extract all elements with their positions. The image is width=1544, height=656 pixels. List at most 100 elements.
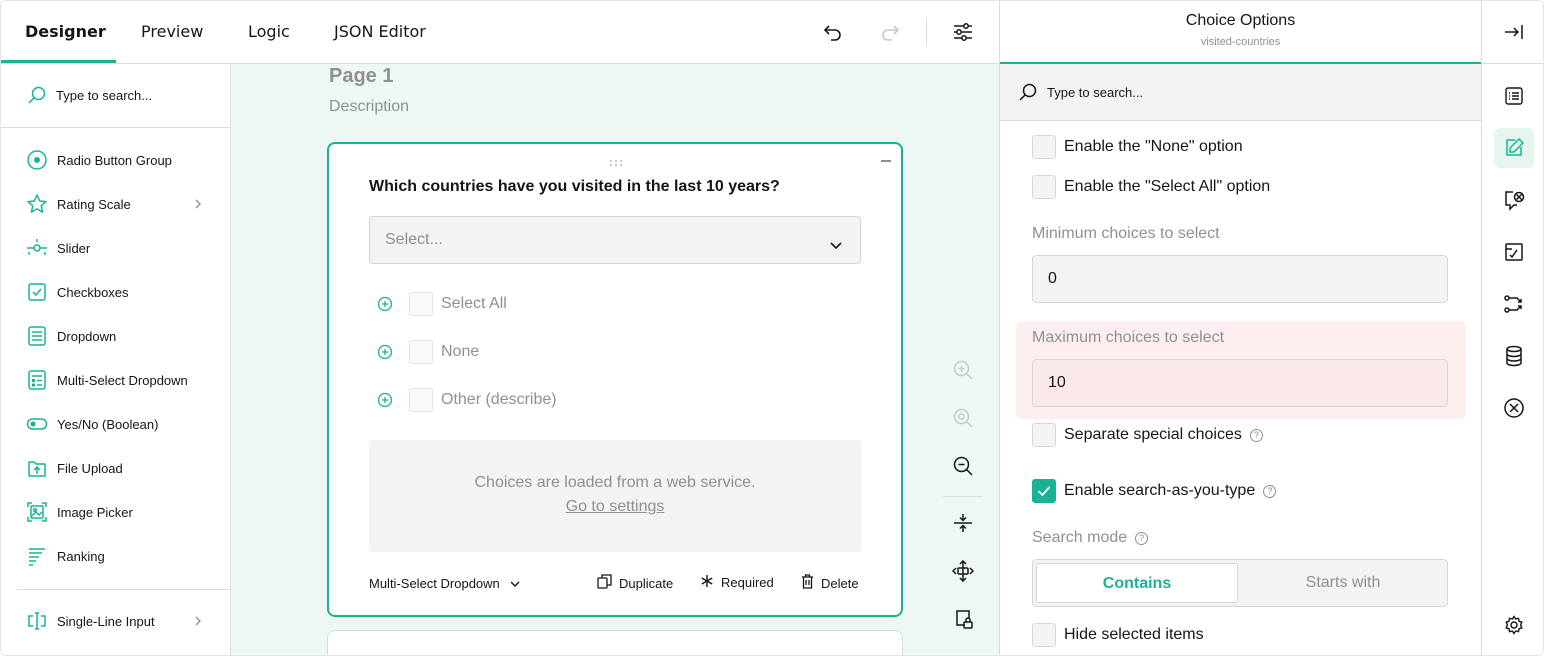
ranking-icon bbox=[25, 544, 49, 568]
checkbox-checked[interactable] bbox=[1032, 479, 1056, 503]
file-upload-icon bbox=[25, 456, 49, 480]
go-to-settings-link[interactable]: Go to settings bbox=[369, 498, 861, 516]
toolbox-item-file-upload[interactable]: File Upload bbox=[17, 450, 217, 486]
choice-row-none: None bbox=[377, 340, 479, 364]
checkbox[interactable] bbox=[1032, 175, 1056, 199]
question-card[interactable]: Which countries have you visited in the … bbox=[327, 142, 903, 617]
conditions-category-icon[interactable] bbox=[1494, 180, 1534, 220]
toolbox-item-image-picker[interactable]: Image Picker bbox=[17, 494, 217, 530]
choice-label[interactable]: Select All bbox=[441, 295, 507, 313]
add-choice-icon[interactable] bbox=[377, 344, 393, 360]
checkbox-label: Enable search-as-you-type bbox=[1064, 482, 1256, 499]
data-category-icon[interactable] bbox=[1494, 336, 1534, 376]
search-mode-starts-with[interactable]: Starts with bbox=[1242, 563, 1444, 603]
property-grid-body: Enable the "None" option Enable the "Sel… bbox=[1000, 121, 1481, 655]
toolbox-item-multi-select-dropdown[interactable]: Multi-Select Dropdown bbox=[17, 362, 217, 398]
hide-selected-items[interactable]: Hide selected items bbox=[1032, 623, 1204, 647]
multi-select-dropdown[interactable]: Select... bbox=[369, 216, 861, 264]
choice-options-category-icon[interactable] bbox=[1494, 128, 1534, 168]
toolbox-item-label: Single-Line Input bbox=[57, 613, 155, 629]
design-canvas: Page 1 Description Which countries have … bbox=[231, 64, 999, 655]
question-title[interactable]: Which countries have you visited in the … bbox=[369, 178, 780, 196]
enable-none-option[interactable]: Enable the "None" option bbox=[1032, 135, 1243, 159]
collapse-all-icon[interactable] bbox=[941, 507, 985, 539]
lock-question-icon[interactable] bbox=[941, 603, 985, 635]
help-icon[interactable]: ? bbox=[1135, 531, 1149, 545]
toolbox-item-checkboxes[interactable]: Checkboxes bbox=[17, 274, 217, 310]
tab-designer[interactable]: Designer bbox=[25, 1, 106, 63]
choice-checkbox[interactable] bbox=[409, 388, 433, 412]
validation-category-icon[interactable] bbox=[1494, 232, 1534, 272]
choice-checkbox[interactable] bbox=[409, 292, 433, 316]
toolbox-item-boolean[interactable]: Yes/No (Boolean) bbox=[17, 406, 217, 442]
toolbox-item-dropdown[interactable]: Dropdown bbox=[17, 318, 217, 354]
min-choices-input[interactable]: 0 bbox=[1032, 255, 1448, 303]
page-description[interactable]: Description bbox=[329, 98, 409, 116]
zoom-reset-icon[interactable] bbox=[941, 402, 985, 434]
settings-sliders-icon[interactable] bbox=[950, 19, 976, 45]
toolbox-item-single-line-input[interactable]: Single-Line Input bbox=[17, 603, 217, 639]
zoom-in-icon[interactable] bbox=[941, 354, 985, 386]
radio-icon bbox=[25, 148, 49, 172]
page-title[interactable]: Page 1 bbox=[329, 65, 393, 88]
delete-label: Delete bbox=[821, 575, 859, 591]
question-footer: Multi-Select Dropdown Duplicate Required… bbox=[369, 574, 861, 594]
separate-special-choices[interactable]: Separate special choices ? bbox=[1032, 423, 1263, 447]
undo-icon[interactable] bbox=[820, 19, 846, 45]
property-search-input[interactable] bbox=[1047, 83, 1347, 101]
choice-checkbox[interactable] bbox=[409, 340, 433, 364]
max-choices-input[interactable]: 10 bbox=[1032, 359, 1448, 407]
clear-icon[interactable] bbox=[1494, 388, 1534, 428]
question-type-selector[interactable]: Multi-Select Dropdown bbox=[369, 576, 520, 591]
add-choice-icon[interactable] bbox=[377, 392, 393, 408]
property-category-rail bbox=[1481, 1, 1543, 655]
choice-row-select-all: Select All bbox=[377, 292, 507, 316]
toolbox-item-rating-scale[interactable]: Rating Scale bbox=[17, 186, 217, 222]
toolbox-item-label: Checkboxes bbox=[57, 284, 129, 300]
gear-icon[interactable] bbox=[1494, 605, 1534, 645]
toolbox-item-ranking[interactable]: Ranking bbox=[17, 538, 217, 574]
required-button[interactable]: Required bbox=[700, 574, 774, 591]
checkbox[interactable] bbox=[1032, 135, 1056, 159]
star-icon bbox=[25, 192, 49, 216]
collapse-icon[interactable] bbox=[881, 160, 891, 162]
tab-json-editor[interactable]: JSON Editor bbox=[334, 1, 426, 63]
toolbox-search-input[interactable] bbox=[56, 86, 216, 104]
duplicate-button[interactable]: Duplicate bbox=[597, 574, 673, 592]
toolbox-item-slider[interactable]: Slider bbox=[17, 230, 217, 266]
delete-button[interactable]: Delete bbox=[801, 574, 859, 592]
top-tab-bar: Designer Preview Logic JSON Editor bbox=[1, 1, 999, 64]
tab-preview[interactable]: Preview bbox=[141, 1, 203, 63]
redo-icon[interactable] bbox=[877, 19, 903, 45]
toggle-icon bbox=[25, 412, 49, 436]
collapse-panel-icon[interactable] bbox=[1494, 12, 1534, 52]
property-grid-header: Choice Options visited-countries bbox=[1000, 1, 1481, 64]
select-placeholder: Select... bbox=[385, 231, 443, 248]
selected-element-name: visited-countries bbox=[1200, 36, 1281, 48]
required-label: Required bbox=[721, 575, 774, 590]
toolbox-search bbox=[1, 64, 230, 128]
tab-logic[interactable]: Logic bbox=[248, 1, 290, 63]
add-choice-icon[interactable] bbox=[377, 296, 393, 312]
chevron-right-icon[interactable] bbox=[193, 196, 203, 215]
checkbox[interactable] bbox=[1032, 623, 1056, 647]
chevron-right-icon[interactable] bbox=[193, 613, 203, 632]
search-mode-contains[interactable]: Contains bbox=[1036, 563, 1238, 603]
enable-select-all-option[interactable]: Enable the "Select All" option bbox=[1032, 175, 1270, 199]
choice-label[interactable]: None bbox=[441, 343, 479, 361]
general-category-icon[interactable] bbox=[1494, 76, 1534, 116]
help-icon[interactable]: ? bbox=[1263, 484, 1277, 498]
zoom-out-icon[interactable] bbox=[941, 450, 985, 482]
toolbox-item-radio-button-group[interactable]: Radio Button Group bbox=[17, 142, 217, 178]
duplicate-label: Duplicate bbox=[619, 575, 674, 591]
duplicate-icon bbox=[597, 574, 612, 592]
search-mode-selector: Contains Starts with bbox=[1032, 559, 1448, 607]
help-icon[interactable]: ? bbox=[1249, 428, 1263, 442]
next-question-card[interactable] bbox=[327, 630, 903, 655]
expand-all-icon[interactable] bbox=[941, 555, 985, 587]
checkbox[interactable] bbox=[1032, 423, 1056, 447]
logic-category-icon[interactable] bbox=[1494, 284, 1534, 324]
choice-label[interactable]: Other (describe) bbox=[441, 391, 557, 409]
drag-handle-icon[interactable] bbox=[609, 152, 623, 171]
search-as-you-type[interactable]: Enable search-as-you-type ? bbox=[1032, 479, 1277, 503]
